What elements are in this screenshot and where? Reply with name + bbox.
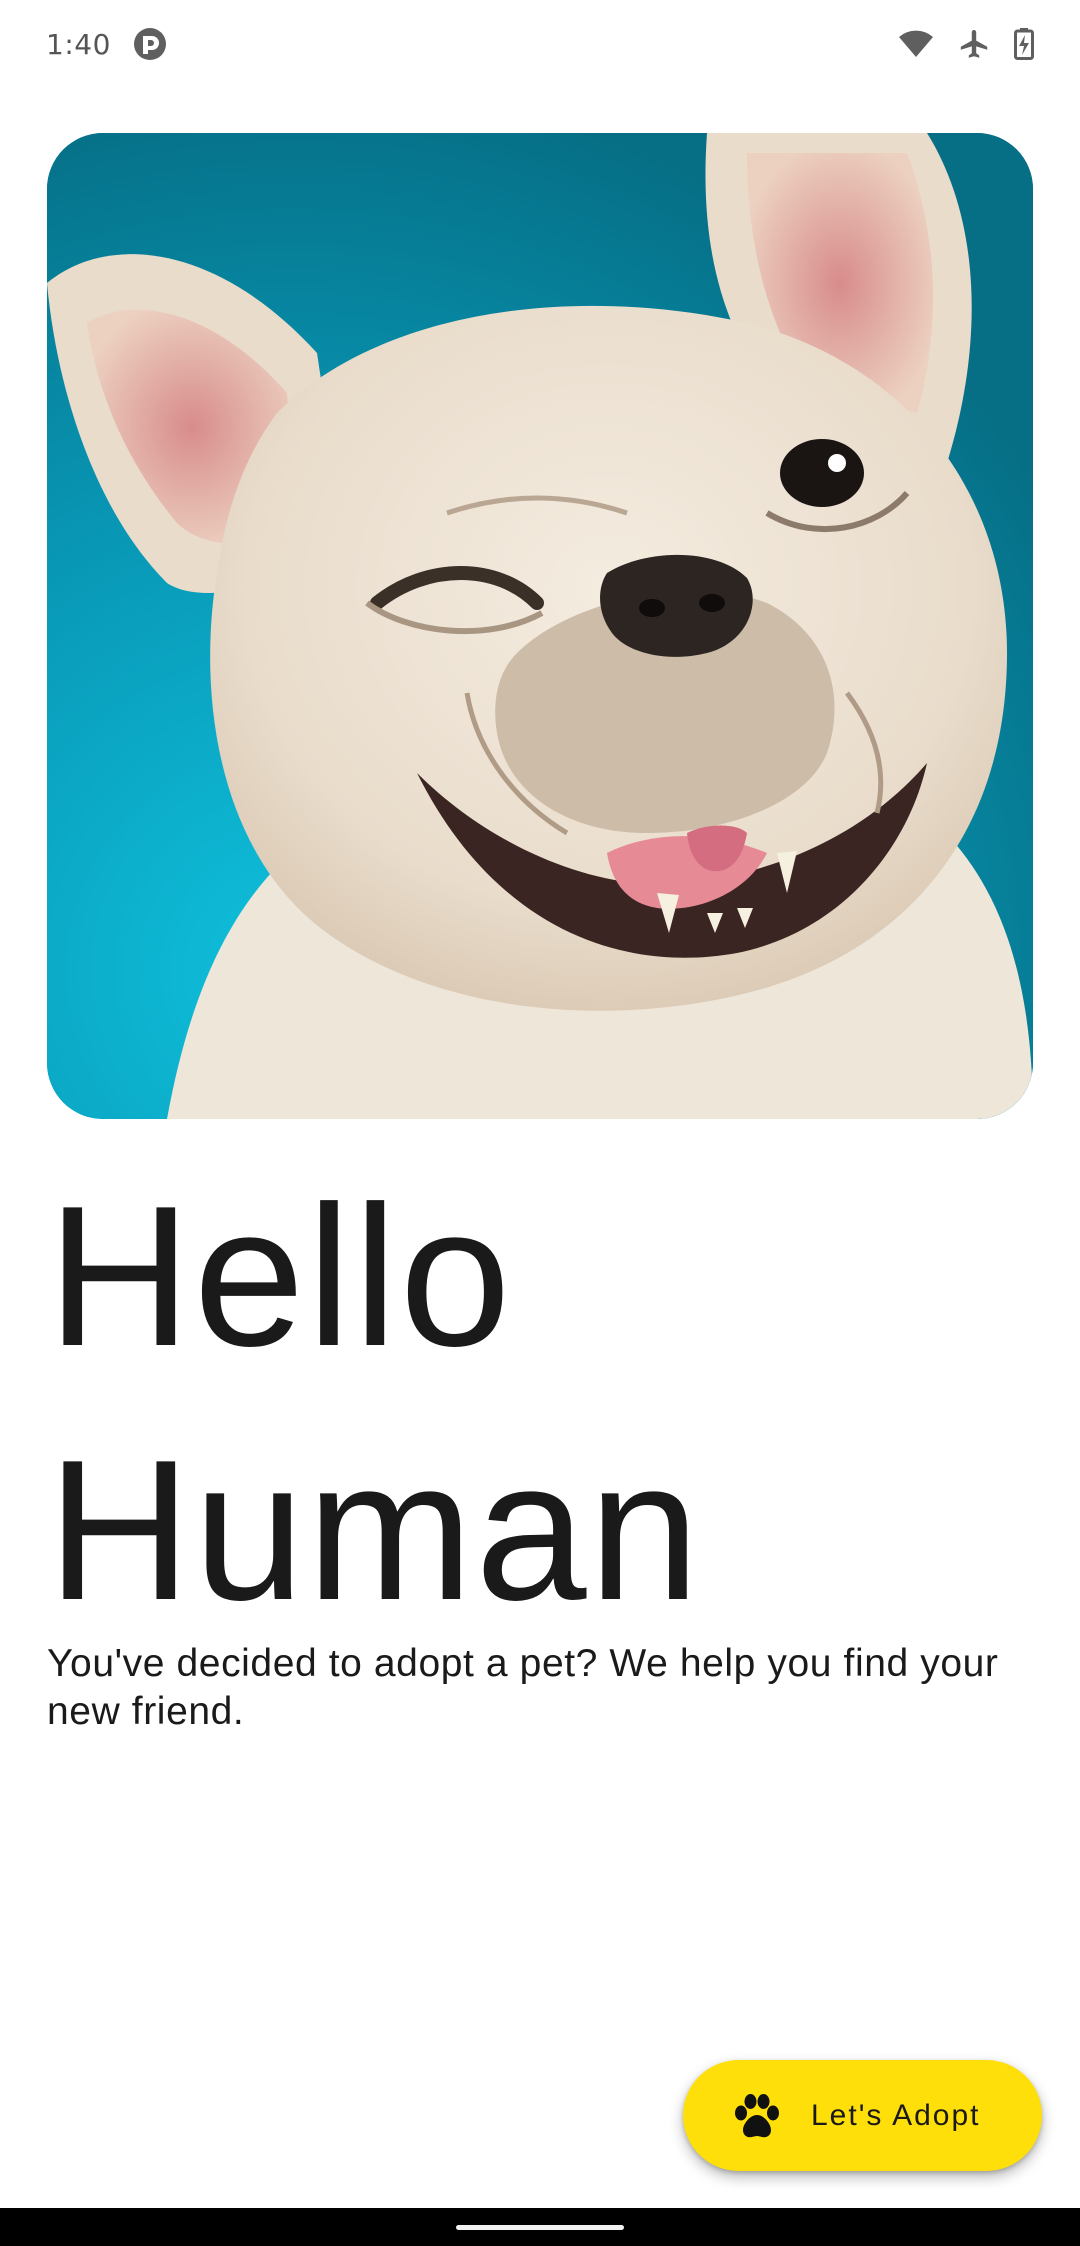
status-time: 1:40 <box>46 27 111 61</box>
battery-charging-icon <box>1014 28 1034 60</box>
description-text: You've decided to adopt a pet? We help y… <box>47 1642 999 1733</box>
paw-icon <box>733 2093 781 2139</box>
headline-line-2: Human <box>47 1419 702 1642</box>
app-notification-icon <box>133 27 167 61</box>
wifi-icon <box>898 29 934 59</box>
lets-adopt-button[interactable]: Let's Adopt <box>683 2060 1042 2171</box>
pet-hero-image <box>47 133 1033 1119</box>
lets-adopt-label: Let's Adopt <box>811 2098 981 2132</box>
welcome-screen: 1:40 Hello Human You've decided to adopt… <box>0 0 1080 2246</box>
gesture-handle[interactable] <box>456 2225 624 2230</box>
status-right <box>898 28 1034 60</box>
navigation-bar <box>0 2208 1080 2246</box>
headline-line-1: Hello <box>47 1165 513 1388</box>
airplane-mode-icon <box>958 28 990 60</box>
status-bar: 1:40 <box>0 0 1080 88</box>
headline: Hello Human <box>47 1150 1037 1658</box>
french-bulldog-illustration <box>47 133 1033 1119</box>
status-left: 1:40 <box>46 27 167 61</box>
